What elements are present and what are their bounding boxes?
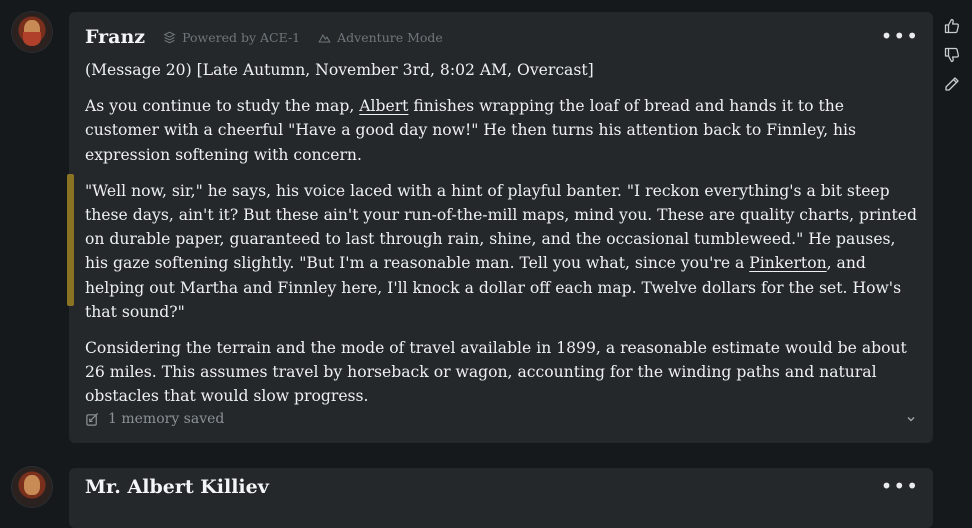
avatar-face <box>24 475 40 495</box>
message-paragraph: Considering the terrain and the mode of … <box>85 339 907 406</box>
next-message-card: Mr. Albert Killiev ••• <box>69 468 933 528</box>
character-link-pinkerton[interactable]: Pinkerton <box>749 254 826 272</box>
chevron-down-icon[interactable] <box>905 413 917 425</box>
mountain-icon <box>318 33 331 42</box>
message-card: Franz Powered by ACE-1 Adventure Mode ••… <box>67 12 933 443</box>
powered-by-badge: Powered by ACE-1 <box>163 30 300 45</box>
character-link-albert[interactable]: Albert <box>359 97 408 115</box>
thumbs-down-icon[interactable] <box>944 47 960 63</box>
mode-badge: Adventure Mode <box>318 30 443 45</box>
avatar-franz[interactable] <box>12 12 52 52</box>
message-paragraph: As you continue to study the map, Albert… <box>85 94 920 167</box>
more-options-button[interactable]: ••• <box>881 476 919 496</box>
more-options-button[interactable]: ••• <box>881 26 919 46</box>
memory-label: 1 memory saved <box>108 411 225 427</box>
quote-bar <box>67 174 74 306</box>
text-span: As you continue to study the map, <box>85 97 360 116</box>
edit-pencil-icon[interactable] <box>944 76 960 92</box>
memory-footer[interactable]: 1 memory saved <box>85 409 917 429</box>
message-body: (Message 20) [Late Autumn, November 3rd,… <box>85 58 920 421</box>
avatar-albert[interactable] <box>12 467 52 507</box>
memory-icon <box>86 412 99 426</box>
layers-icon <box>163 31 176 43</box>
message-paragraph: "Well now, sir," he says, his voice lace… <box>85 179 920 324</box>
message-header: Franz Powered by ACE-1 Adventure Mode <box>85 26 443 48</box>
author-name[interactable]: Mr. Albert Killiev <box>85 476 269 498</box>
message-paragraph: (Message 20) [Late Autumn, November 3rd,… <box>85 61 594 79</box>
mode-label: Adventure Mode <box>337 29 443 45</box>
thumbs-up-icon[interactable] <box>944 18 960 34</box>
author-name[interactable]: Franz <box>85 26 145 48</box>
powered-by-label: Powered by ACE-1 <box>182 29 301 45</box>
avatar-beard <box>23 32 41 46</box>
message-actions <box>944 18 960 92</box>
